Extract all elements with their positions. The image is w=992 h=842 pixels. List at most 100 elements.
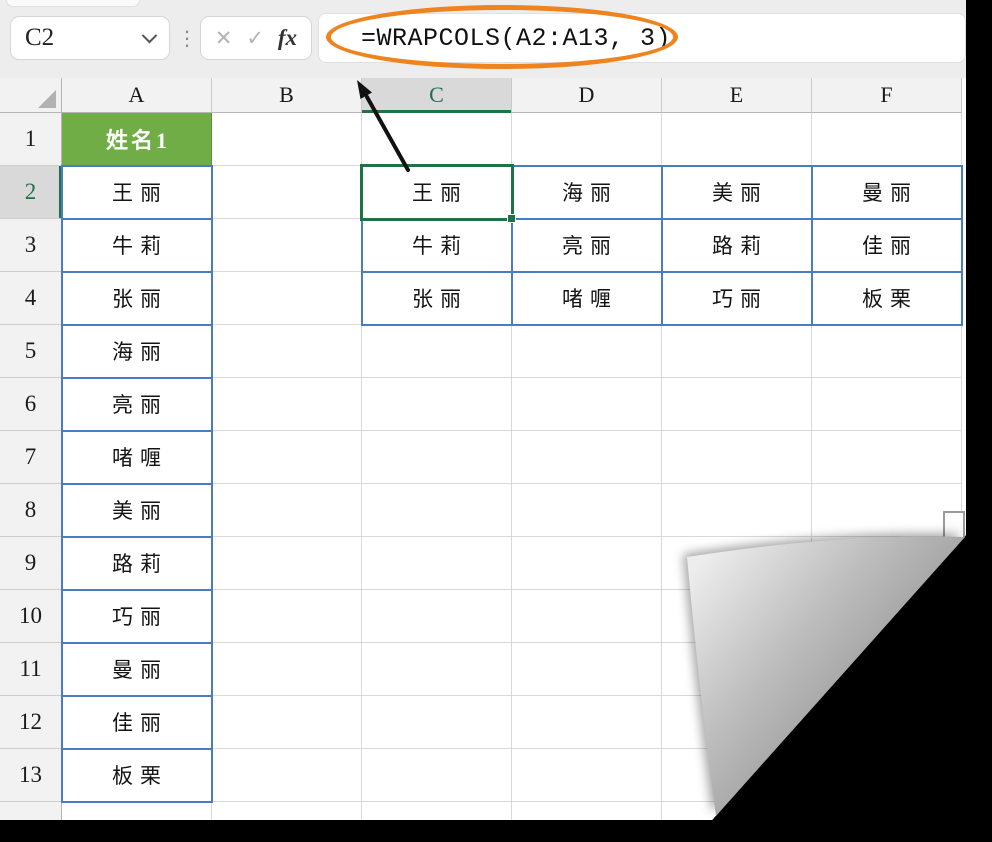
cell-E5[interactable] — [662, 325, 812, 378]
cell-F11[interactable] — [812, 643, 962, 696]
name-box[interactable]: C2 — [10, 16, 170, 60]
chevron-down-icon[interactable] — [141, 27, 158, 43]
cell-C4[interactable]: 张丽 — [362, 272, 512, 325]
cell-E7[interactable] — [662, 431, 812, 484]
cell-B7[interactable] — [212, 431, 362, 484]
cell-C9[interactable] — [362, 537, 512, 590]
cell-D4[interactable]: 啫喱 — [512, 272, 662, 325]
cell-B2[interactable] — [212, 166, 362, 219]
cell-A9[interactable]: 路莉 — [62, 537, 212, 590]
cell-B12[interactable] — [212, 696, 362, 749]
cell-E4[interactable]: 巧丽 — [662, 272, 812, 325]
cell-E6[interactable] — [662, 378, 812, 431]
cell-D1[interactable] — [512, 113, 662, 166]
cell-C7[interactable] — [362, 431, 512, 484]
cell-C12[interactable] — [362, 696, 512, 749]
cell-C10[interactable] — [362, 590, 512, 643]
row-header-9[interactable]: 9 — [0, 537, 62, 590]
cell-C11[interactable] — [362, 643, 512, 696]
cell-B4[interactable] — [212, 272, 362, 325]
cell-D13[interactable] — [512, 749, 662, 802]
cell-E11[interactable] — [662, 643, 812, 696]
cell-F3[interactable]: 佳丽 — [812, 219, 962, 272]
column-header-A[interactable]: A — [62, 78, 212, 113]
cell-D2[interactable]: 海丽 — [512, 166, 662, 219]
cell-A7[interactable]: 啫喱 — [62, 431, 212, 484]
cell-E8[interactable] — [662, 484, 812, 537]
cell-B6[interactable] — [212, 378, 362, 431]
cell-D3[interactable]: 亮丽 — [512, 219, 662, 272]
cell-C8[interactable] — [362, 484, 512, 537]
cell-D10[interactable] — [512, 590, 662, 643]
insert-function-icon[interactable]: fx — [278, 25, 297, 51]
cell-A2[interactable]: 王丽 — [62, 166, 212, 219]
cell-B10[interactable] — [212, 590, 362, 643]
cell-F14[interactable] — [812, 802, 962, 820]
column-header-F[interactable]: F — [812, 78, 962, 113]
cell-D8[interactable] — [512, 484, 662, 537]
cell-D12[interactable] — [512, 696, 662, 749]
column-header-D[interactable]: D — [512, 78, 662, 113]
cell-B8[interactable] — [212, 484, 362, 537]
row-header-7[interactable]: 7 — [0, 431, 62, 484]
row-header-10[interactable]: 10 — [0, 590, 62, 643]
cell-C3[interactable]: 牛莉 — [362, 219, 512, 272]
cell-A8[interactable]: 美丽 — [62, 484, 212, 537]
cell-D14[interactable] — [512, 802, 662, 820]
cell-E12[interactable] — [662, 696, 812, 749]
row-header-6[interactable]: 6 — [0, 378, 62, 431]
row-header-12[interactable]: 12 — [0, 696, 62, 749]
cell-B5[interactable] — [212, 325, 362, 378]
cell-F9[interactable] — [812, 537, 962, 590]
cell-E10[interactable] — [662, 590, 812, 643]
cell-F13[interactable] — [812, 749, 962, 802]
row-header-1[interactable]: 1 — [0, 113, 62, 166]
cell-A12[interactable]: 佳丽 — [62, 696, 212, 749]
cell-B13[interactable] — [212, 749, 362, 802]
column-header-B[interactable]: B — [212, 78, 362, 113]
cell-B14[interactable] — [212, 802, 362, 820]
cell-E14[interactable] — [662, 802, 812, 820]
cell-D11[interactable] — [512, 643, 662, 696]
cell-F8[interactable] — [812, 484, 962, 537]
cell-C1[interactable] — [362, 113, 512, 166]
row-header-4[interactable]: 4 — [0, 272, 62, 325]
cell-D9[interactable] — [512, 537, 662, 590]
cell-E2[interactable]: 美丽 — [662, 166, 812, 219]
cell-F10[interactable] — [812, 590, 962, 643]
cell-A4[interactable]: 张丽 — [62, 272, 212, 325]
cell-F2[interactable]: 曼丽 — [812, 166, 962, 219]
cell-B11[interactable] — [212, 643, 362, 696]
cell-E9[interactable] — [662, 537, 812, 590]
cell-A3[interactable]: 牛莉 — [62, 219, 212, 272]
cell-F6[interactable] — [812, 378, 962, 431]
cell-A10[interactable]: 巧丽 — [62, 590, 212, 643]
formula-input[interactable]: =WRAPCOLS(A2:A13, 3) — [318, 13, 966, 63]
cell-F1[interactable] — [812, 113, 962, 166]
row-header-11[interactable]: 11 — [0, 643, 62, 696]
cell-F7[interactable] — [812, 431, 962, 484]
cell-B1[interactable] — [212, 113, 362, 166]
cell-A13[interactable]: 板栗 — [62, 749, 212, 802]
cell-A5[interactable]: 海丽 — [62, 325, 212, 378]
column-header-C[interactable]: C — [362, 78, 512, 113]
cell-A6[interactable]: 亮丽 — [62, 378, 212, 431]
row-header-2[interactable]: 2 — [0, 166, 62, 219]
row-header-13[interactable]: 13 — [0, 749, 62, 802]
cell-D5[interactable] — [512, 325, 662, 378]
cell-E1[interactable] — [662, 113, 812, 166]
select-all-corner[interactable] — [0, 78, 62, 113]
enter-icon[interactable]: ✓ — [246, 26, 264, 50]
cell-A11[interactable]: 曼丽 — [62, 643, 212, 696]
row-header-5[interactable]: 5 — [0, 325, 62, 378]
cell-F12[interactable] — [812, 696, 962, 749]
cell-B3[interactable] — [212, 219, 362, 272]
cell-B9[interactable] — [212, 537, 362, 590]
cell-E13[interactable] — [662, 749, 812, 802]
cell-C5[interactable] — [362, 325, 512, 378]
cell-F4[interactable]: 板栗 — [812, 272, 962, 325]
cell-C14[interactable] — [362, 802, 512, 820]
cancel-icon[interactable]: ✕ — [215, 26, 233, 50]
cell-A14[interactable] — [62, 802, 212, 820]
cell-C13[interactable] — [362, 749, 512, 802]
